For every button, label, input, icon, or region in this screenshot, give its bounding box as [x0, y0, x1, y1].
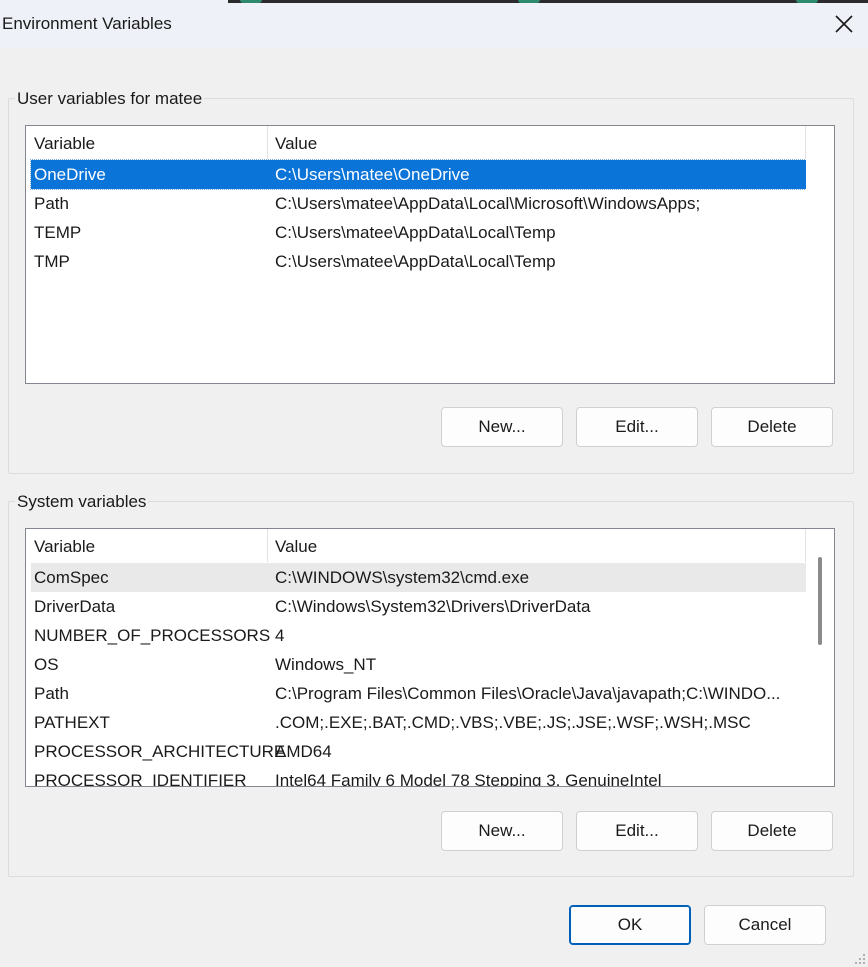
- variable-value-cell: Intel64 Family 6 Model 78 Stepping 3, Ge…: [275, 771, 662, 787]
- table-row[interactable]: ComSpec C:\WINDOWS\system32\cmd.exe: [31, 563, 806, 592]
- system-delete-button[interactable]: Delete: [711, 811, 833, 851]
- system-variables-list[interactable]: Variable Value ComSpec C:\WINDOWS\system3…: [25, 528, 835, 787]
- variable-value-cell: Windows_NT: [275, 655, 377, 674]
- background-window-strip: [228, 0, 868, 3]
- user-variables-list[interactable]: Variable Value OneDrive C:\Users\matee\On…: [25, 125, 835, 384]
- table-row[interactable]: Path C:\Users\matee\AppData\Local\Microso…: [31, 189, 806, 218]
- variable-value-cell: AMD64: [275, 742, 332, 761]
- column-separator[interactable]: [267, 126, 268, 159]
- table-row[interactable]: NUMBER_OF_PROCESSORS 4: [31, 621, 806, 650]
- table-row[interactable]: PATHEXT .COM;.EXE;.BAT;.CMD;.VBS;.VBE;.JS…: [31, 708, 806, 737]
- user-new-button[interactable]: New...: [441, 407, 563, 447]
- column-header-value[interactable]: Value: [275, 537, 317, 557]
- close-button[interactable]: [820, 0, 868, 48]
- column-header-value[interactable]: Value: [275, 134, 317, 154]
- close-icon: [835, 15, 853, 33]
- title-bar: Environment Variables: [0, 0, 868, 48]
- variable-name-cell: TMP: [34, 252, 70, 271]
- variable-value-cell: C:\Users\matee\AppData\Local\Temp: [275, 223, 556, 242]
- variable-name-cell: PROCESSOR_ARCHITECTURE: [34, 742, 286, 761]
- table-row[interactable]: PROCESSOR_ARCHITECTURE AMD64: [31, 737, 806, 766]
- variable-value-cell: C:\Program Files\Common Files\Oracle\Jav…: [275, 684, 781, 703]
- variable-value-cell: C:\Users\matee\OneDrive: [275, 165, 470, 184]
- variable-value-cell: C:\Users\matee\AppData\Local\Microsoft\W…: [275, 194, 701, 213]
- variable-name-cell: ComSpec: [34, 568, 109, 587]
- cancel-button[interactable]: Cancel: [704, 905, 826, 945]
- table-row[interactable]: Path C:\Program Files\Common Files\Oracle…: [31, 679, 806, 708]
- variable-name-cell: PATHEXT: [34, 713, 110, 732]
- list-header: Variable Value: [26, 126, 806, 159]
- variable-value-cell: C:\Users\matee\AppData\Local\Temp: [275, 252, 556, 271]
- variable-name-cell: Path: [34, 194, 69, 213]
- system-new-button[interactable]: New...: [441, 811, 563, 851]
- variable-value-cell: C:\WINDOWS\system32\cmd.exe: [275, 568, 530, 587]
- list-scrollbar-area: [806, 126, 834, 383]
- column-separator[interactable]: [267, 529, 268, 562]
- column-header-variable[interactable]: Variable: [34, 537, 95, 557]
- scrollbar-thumb[interactable]: [818, 557, 822, 645]
- column-header-variable[interactable]: Variable: [34, 134, 95, 154]
- table-row[interactable]: OS Windows_NT: [31, 650, 806, 679]
- system-edit-button[interactable]: Edit...: [576, 811, 698, 851]
- variable-name-cell: DriverData: [34, 597, 116, 616]
- variable-value-cell: 4: [275, 626, 285, 645]
- variable-name-cell: OS: [34, 655, 59, 674]
- user-delete-button[interactable]: Delete: [711, 407, 833, 447]
- user-variables-label: User variables for matee: [15, 89, 205, 109]
- list-header: Variable Value: [26, 529, 806, 562]
- variable-name-cell: Path: [34, 684, 69, 703]
- resize-grip-icon[interactable]: [854, 953, 866, 965]
- variable-name-cell: OneDrive: [34, 165, 106, 184]
- ok-button[interactable]: OK: [569, 905, 691, 945]
- table-row[interactable]: TEMP C:\Users\matee\AppData\Local\Temp: [31, 218, 806, 247]
- user-edit-button[interactable]: Edit...: [576, 407, 698, 447]
- system-variables-label: System variables: [15, 492, 149, 512]
- table-row[interactable]: DriverData C:\Windows\System32\Drivers\Dr…: [31, 592, 806, 621]
- table-row[interactable]: PROCESSOR_IDENTIFIER Intel64 Family 6 Mod…: [31, 766, 806, 787]
- system-list-scrollbar[interactable]: [806, 529, 834, 786]
- variable-value-cell: C:\Windows\System32\Drivers\DriverData: [275, 597, 591, 616]
- table-row[interactable]: TMP C:\Users\matee\AppData\Local\Temp: [31, 247, 806, 276]
- variable-name-cell: TEMP: [34, 223, 82, 242]
- variable-name-cell: PROCESSOR_IDENTIFIER: [34, 771, 247, 787]
- table-row[interactable]: OneDrive C:\Users\matee\OneDrive: [30, 159, 807, 190]
- variable-value-cell: .COM;.EXE;.BAT;.CMD;.VBS;.VBE;.JS;.JSE;.…: [275, 713, 751, 732]
- variable-name-cell: NUMBER_OF_PROCESSORS: [34, 626, 271, 645]
- window-title: Environment Variables: [2, 14, 172, 33]
